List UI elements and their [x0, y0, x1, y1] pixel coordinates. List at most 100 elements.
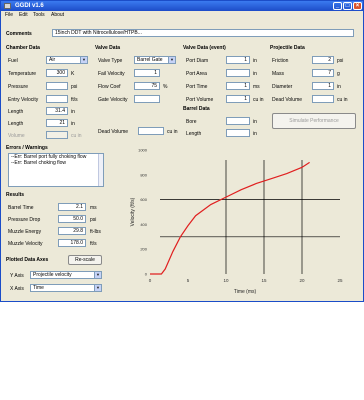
barrel-time-unit: ms	[90, 205, 97, 211]
x-tick-label: 10	[223, 278, 229, 283]
close-button[interactable]: ×	[353, 2, 362, 10]
chevron-down-icon[interactable]: ▼	[80, 57, 87, 63]
pressure-input[interactable]	[46, 82, 68, 90]
port-diam-input[interactable]: 1	[226, 56, 250, 64]
port-volume-label: Port Volume	[186, 97, 214, 103]
muzzle-energy-unit: ft-lbs	[90, 229, 101, 235]
error-line: --Err: Barrel choking flow	[11, 159, 67, 166]
x-axis-title: Time (ms)	[234, 289, 257, 295]
x-tick-label: 20	[299, 278, 305, 283]
chamber-label-length-1: Length	[8, 109, 24, 115]
projectile-dead-volume-unit: cu in	[337, 97, 348, 103]
chamber-label-pressure: Pressure	[8, 84, 29, 90]
flow-coef-unit: %	[163, 84, 168, 90]
menu-edit[interactable]: Edit	[19, 11, 28, 19]
diameter-unit: in	[337, 84, 341, 90]
temperature-input[interactable]: 300	[46, 69, 68, 77]
projectile-dead-volume-input[interactable]	[312, 95, 334, 103]
pressure-drop-unit: psi	[90, 217, 97, 223]
menu-file[interactable]: File	[5, 11, 13, 19]
chamber-title: Chamber Data	[6, 45, 40, 51]
y-tick-label: 600	[140, 197, 147, 202]
x-tick-label: 0	[149, 278, 152, 283]
port-area-label: Port Area	[186, 71, 207, 77]
bore-input[interactable]	[226, 117, 250, 125]
port-time-input[interactable]: 1	[226, 82, 250, 90]
projectile-title: Projectile Data	[270, 45, 305, 51]
valve-type-label: Valve Type	[98, 58, 123, 64]
valve-event-title: Valve Data (event)	[183, 45, 226, 51]
chamber-label-volume: Volume	[8, 133, 25, 139]
chamber-length-input[interactable]: 31.4	[46, 107, 68, 115]
bore-unit: in	[253, 119, 257, 125]
entry-velocity-unit: ft/s	[71, 97, 78, 103]
port-volume-input[interactable]: 1	[226, 95, 250, 103]
simulate-button[interactable]: Simulate Performance	[272, 113, 356, 129]
friction-input[interactable]: 2	[312, 56, 334, 64]
friction-unit: psi	[337, 58, 344, 64]
gate-velocity-input[interactable]	[134, 95, 160, 103]
valve-dead-volume-label: Dead Volume	[98, 129, 129, 135]
rescale-button[interactable]: Re-scale	[68, 255, 102, 265]
chamber-length-unit: in	[71, 109, 75, 115]
mass-label: Mass	[272, 71, 284, 77]
port-time-label: Port Time	[186, 84, 208, 90]
comments-input[interactable]: 15inch DDT with Nitrocellulose/HTPB...	[52, 29, 354, 37]
flow-coef-input[interactable]: 75	[134, 82, 160, 90]
plot-area	[150, 150, 340, 274]
diameter-input[interactable]: 1	[312, 82, 334, 90]
entry-velocity-input[interactable]	[46, 95, 68, 103]
results-title: Results	[6, 192, 25, 198]
port-area-input[interactable]	[226, 69, 250, 77]
chevron-down-icon[interactable]: ▼	[94, 285, 101, 291]
barrel-time-output: 2.1	[58, 203, 86, 211]
chamber-label-temperature: Temperature	[8, 71, 37, 77]
barrel-length-label: Length	[186, 131, 202, 137]
memo-scrollbar[interactable]	[98, 154, 103, 186]
menu-about[interactable]: About	[51, 11, 64, 19]
valve-type-select[interactable]: Barrel Gate ▼	[134, 56, 176, 64]
chevron-down-icon[interactable]: ▼	[94, 272, 101, 278]
friction-label: Friction	[272, 58, 289, 64]
port-volume-unit: cu in	[253, 97, 264, 103]
maximize-button[interactable]: □	[343, 2, 352, 10]
valve-fail-velocity-label: Fail Velocity	[98, 71, 125, 77]
barrel-time-label: Barrel Time	[8, 205, 34, 211]
y-axis-title: Velocity (ft/s)	[130, 197, 136, 226]
x-tick-label: 5	[187, 278, 190, 283]
minimize-button[interactable]: _	[333, 2, 342, 10]
mass-input[interactable]: 7	[312, 69, 334, 77]
bore-label: Bore	[186, 119, 197, 125]
muzzle-energy-label: Muzzle Energy	[8, 229, 42, 235]
muzzle-velocity-output: 178.0	[58, 239, 86, 247]
y-axis-label: Y Axis	[10, 273, 24, 279]
comments-label: Comments	[6, 31, 32, 37]
valve-dead-volume-input[interactable]	[138, 127, 164, 135]
chamber-fuel-select[interactable]: Air ▼	[46, 56, 88, 64]
errors-memo[interactable]: --Err: Barrel port fully choking flow --…	[8, 153, 104, 187]
chamber-volume-input	[46, 131, 68, 139]
barrel-length-input[interactable]	[226, 129, 250, 137]
y-tick-label: 1000	[138, 148, 148, 153]
y-tick-label: 200	[140, 247, 147, 252]
valve-dead-volume-unit: cu in	[167, 129, 178, 135]
pressure-unit: psi	[71, 84, 78, 90]
mass-unit: g	[337, 71, 340, 77]
x-axis-label: X Axis	[10, 286, 24, 292]
valve-title: Valve Data	[95, 45, 121, 51]
diameter-label: Diameter	[272, 84, 293, 90]
projectile-dead-volume-label: Dead Volume	[272, 97, 303, 103]
chevron-down-icon[interactable]: ▼	[168, 57, 175, 63]
fail-velocity-input[interactable]: 1	[134, 69, 160, 77]
barrel-length-unit: in	[253, 131, 257, 137]
y-axis-select[interactable]: Projectile velocity ▼	[30, 271, 102, 279]
chamber-length2-input[interactable]: 21	[46, 119, 68, 127]
pressure-drop-output: 50.0	[58, 215, 86, 223]
port-area-unit: in	[253, 71, 257, 77]
menu-tools[interactable]: Tools	[33, 11, 45, 19]
x-tick-label: 25	[337, 278, 343, 283]
x-axis-select[interactable]: Time ▼	[30, 284, 102, 292]
muzzle-velocity-label: Muzzle Velocity	[8, 241, 43, 247]
window-title: GGDI v1.6	[15, 3, 44, 9]
temperature-unit: K	[71, 71, 75, 77]
